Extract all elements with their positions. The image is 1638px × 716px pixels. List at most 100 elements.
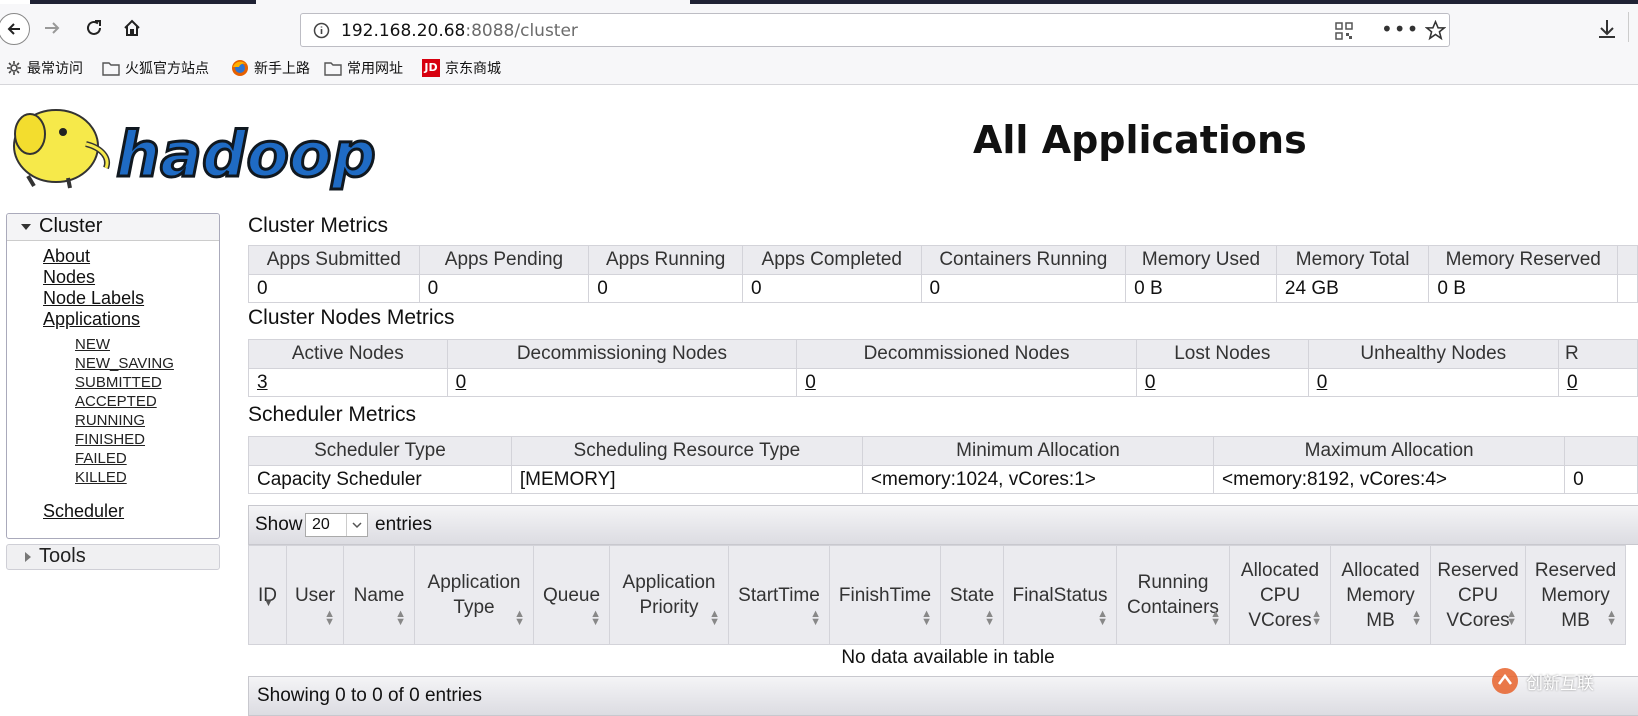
value-truncated [1617, 274, 1638, 303]
column-state[interactable]: State ▲ ▼ [940, 545, 1004, 645]
value-containers-running: 0 [920, 274, 1127, 303]
sidebar-state-submitted[interactable]: SUBMITTED [75, 374, 162, 391]
sort-icon: ▲ ▼ [324, 608, 335, 628]
column-name[interactable]: Name ▲ ▼ [343, 545, 415, 645]
bookmark-label: 火狐官方站点 [125, 61, 209, 77]
header-unhealthy-nodes: Unhealthy Nodes [1307, 339, 1559, 369]
sidebar-state-failed[interactable]: FAILED [75, 450, 127, 467]
toolbar-divider [1628, 12, 1629, 42]
forward-button[interactable] [38, 14, 66, 42]
page-size-value: 20 [312, 516, 330, 533]
header-maximum-allocation: Maximum Allocation [1213, 436, 1566, 466]
column-label: Application Type [427, 572, 521, 618]
sidebar-link-nodes[interactable]: Nodes [43, 267, 95, 288]
sidebar-state-new-saving[interactable]: NEW_SAVING [75, 355, 174, 372]
column-allocated-cpu-vcores[interactable]: Allocated CPU VCores ▲ ▼ [1229, 545, 1331, 645]
scheduler-metrics-title: Scheduler Metrics [248, 403, 417, 426]
sidebar-state-new[interactable]: NEW [75, 336, 110, 353]
sidebar-link-node-labels[interactable]: Node Labels [43, 288, 144, 309]
sidebar-state-accepted[interactable]: ACCEPTED [75, 393, 157, 410]
sidebar-tools-header[interactable]: Tools [6, 544, 220, 570]
page-size-select[interactable]: 20 [305, 513, 368, 537]
sidebar-state-killed[interactable]: KILLED [75, 469, 127, 486]
column-start-time[interactable]: StartTime ▲ ▼ [728, 545, 830, 645]
folder-icon [324, 61, 342, 76]
sidebar-tools-label: Tools [39, 545, 86, 567]
column-reserved-memory-mb[interactable]: Reserved Memory MB ▲ ▼ [1525, 545, 1626, 645]
column-reserved-cpu-vcores[interactable]: Reserved CPU VCores ▲ ▼ [1430, 545, 1526, 645]
value-maximum-allocation: <memory:8192, vCores:4> [1213, 465, 1566, 494]
address-bar[interactable]: 192.168.20.68:8088/cluster ••• [300, 13, 1450, 47]
header-containers-running: Containers Running [920, 245, 1127, 275]
sidebar-state-finished[interactable]: FINISHED [75, 431, 145, 448]
scheduler-metrics-table: Scheduler Type Scheduling Resource Type … [248, 436, 1638, 494]
entries-footer: Showing 0 to 0 of 0 entries [248, 676, 1638, 716]
header-decommissioned-nodes: Decommissioned Nodes [796, 339, 1137, 369]
column-finish-time[interactable]: FinishTime ▲ ▼ [829, 545, 941, 645]
link-decommissioned-nodes[interactable]: 0 [805, 372, 816, 393]
qr-code-icon[interactable] [1335, 22, 1353, 40]
column-label: User [294, 584, 336, 606]
entries-label: entries [375, 514, 433, 535]
downloads-icon[interactable] [1596, 18, 1618, 40]
link-unhealthy-nodes[interactable]: 0 [1317, 372, 1328, 393]
column-queue[interactable]: Queue ▲ ▼ [533, 545, 610, 645]
sidebar-link-scheduler[interactable]: Scheduler [43, 501, 124, 522]
reload-icon [87, 20, 101, 35]
column-label: StartTime [738, 584, 820, 606]
sidebar-cluster-header[interactable]: Cluster [7, 214, 219, 241]
bookmark-getting-started[interactable]: 新手上路 [231, 58, 310, 78]
sidebar-state-running[interactable]: RUNNING [75, 412, 145, 429]
sort-icon: ▲ ▼ [1210, 608, 1221, 628]
jd-icon: JD [422, 59, 440, 77]
sort-desc-icon: ▼ [263, 598, 274, 609]
sidebar-cluster-panel: Cluster About Nodes Node Labels Applicat… [6, 213, 220, 539]
header-lost-nodes: Lost Nodes [1135, 339, 1309, 369]
home-button[interactable] [118, 14, 146, 42]
folder-icon [102, 61, 120, 76]
column-running-containers[interactable]: Running Containers ▲ ▼ [1116, 545, 1230, 645]
value-scheduler-type: Capacity Scheduler [248, 465, 512, 494]
bookmark-label: 常用网址 [347, 61, 403, 77]
sort-icon: ▲ ▼ [921, 608, 932, 628]
link-decommissioning-nodes[interactable]: 0 [456, 372, 467, 393]
reload-button[interactable] [80, 14, 108, 42]
header-apps-running: Apps Running [588, 245, 744, 275]
bookmark-star-icon[interactable] [1425, 20, 1446, 41]
gear-icon [7, 61, 21, 75]
bookmark-common-sites[interactable]: 常用网址 [324, 58, 403, 78]
back-arrow-icon [7, 23, 20, 35]
back-button[interactable] [0, 13, 30, 45]
header-active-nodes: Active Nodes [248, 339, 448, 369]
sort-icon: ▲ ▼ [395, 608, 406, 628]
page-actions-menu-icon[interactable]: ••• [1381, 17, 1419, 41]
header-apps-completed: Apps Completed [742, 245, 922, 275]
link-lost-nodes[interactable]: 0 [1145, 372, 1156, 393]
column-user[interactable]: User ▲ ▼ [286, 545, 344, 645]
link-active-nodes[interactable]: 3 [257, 372, 268, 393]
value-apps-submitted: 0 [248, 274, 420, 303]
column-final-status[interactable]: FinalStatus ▲ ▼ [1003, 545, 1117, 645]
sidebar-link-applications[interactable]: Applications [43, 309, 140, 330]
column-application-type[interactable]: Application Type ▲ ▼ [414, 545, 534, 645]
browser-navbar: 192.168.20.68:8088/cluster ••• [0, 4, 1638, 52]
bookmark-firefox-site[interactable]: 火狐官方站点 [102, 58, 209, 78]
column-allocated-memory-mb[interactable]: Allocated Memory MB ▲ ▼ [1330, 545, 1431, 645]
bookmark-jd[interactable]: JD 京东商城 [422, 58, 501, 78]
column-label: FinalStatus [1012, 584, 1108, 606]
column-label: Allocated CPU VCores [1240, 559, 1320, 631]
column-id[interactable]: ID ▼ [248, 545, 287, 645]
value-apps-completed: 0 [742, 274, 922, 303]
firefox-icon [232, 60, 248, 76]
sort-icon: ▲ ▼ [1311, 608, 1322, 628]
sidebar-link-about[interactable]: About [43, 246, 90, 267]
entries-toolbar: Show 20 entries [248, 505, 1638, 545]
forward-arrow-icon [45, 22, 60, 34]
link-rebooted-nodes[interactable]: 0 [1567, 372, 1578, 393]
value-apps-pending: 0 [418, 274, 590, 303]
triangle-down-icon [21, 224, 31, 230]
header-truncated [1564, 436, 1638, 466]
header-memory-total: Memory Total [1275, 245, 1430, 275]
column-application-priority[interactable]: Application Priority ▲ ▼ [609, 545, 729, 645]
bookmark-most-visited[interactable]: 最常访问 [6, 58, 83, 78]
